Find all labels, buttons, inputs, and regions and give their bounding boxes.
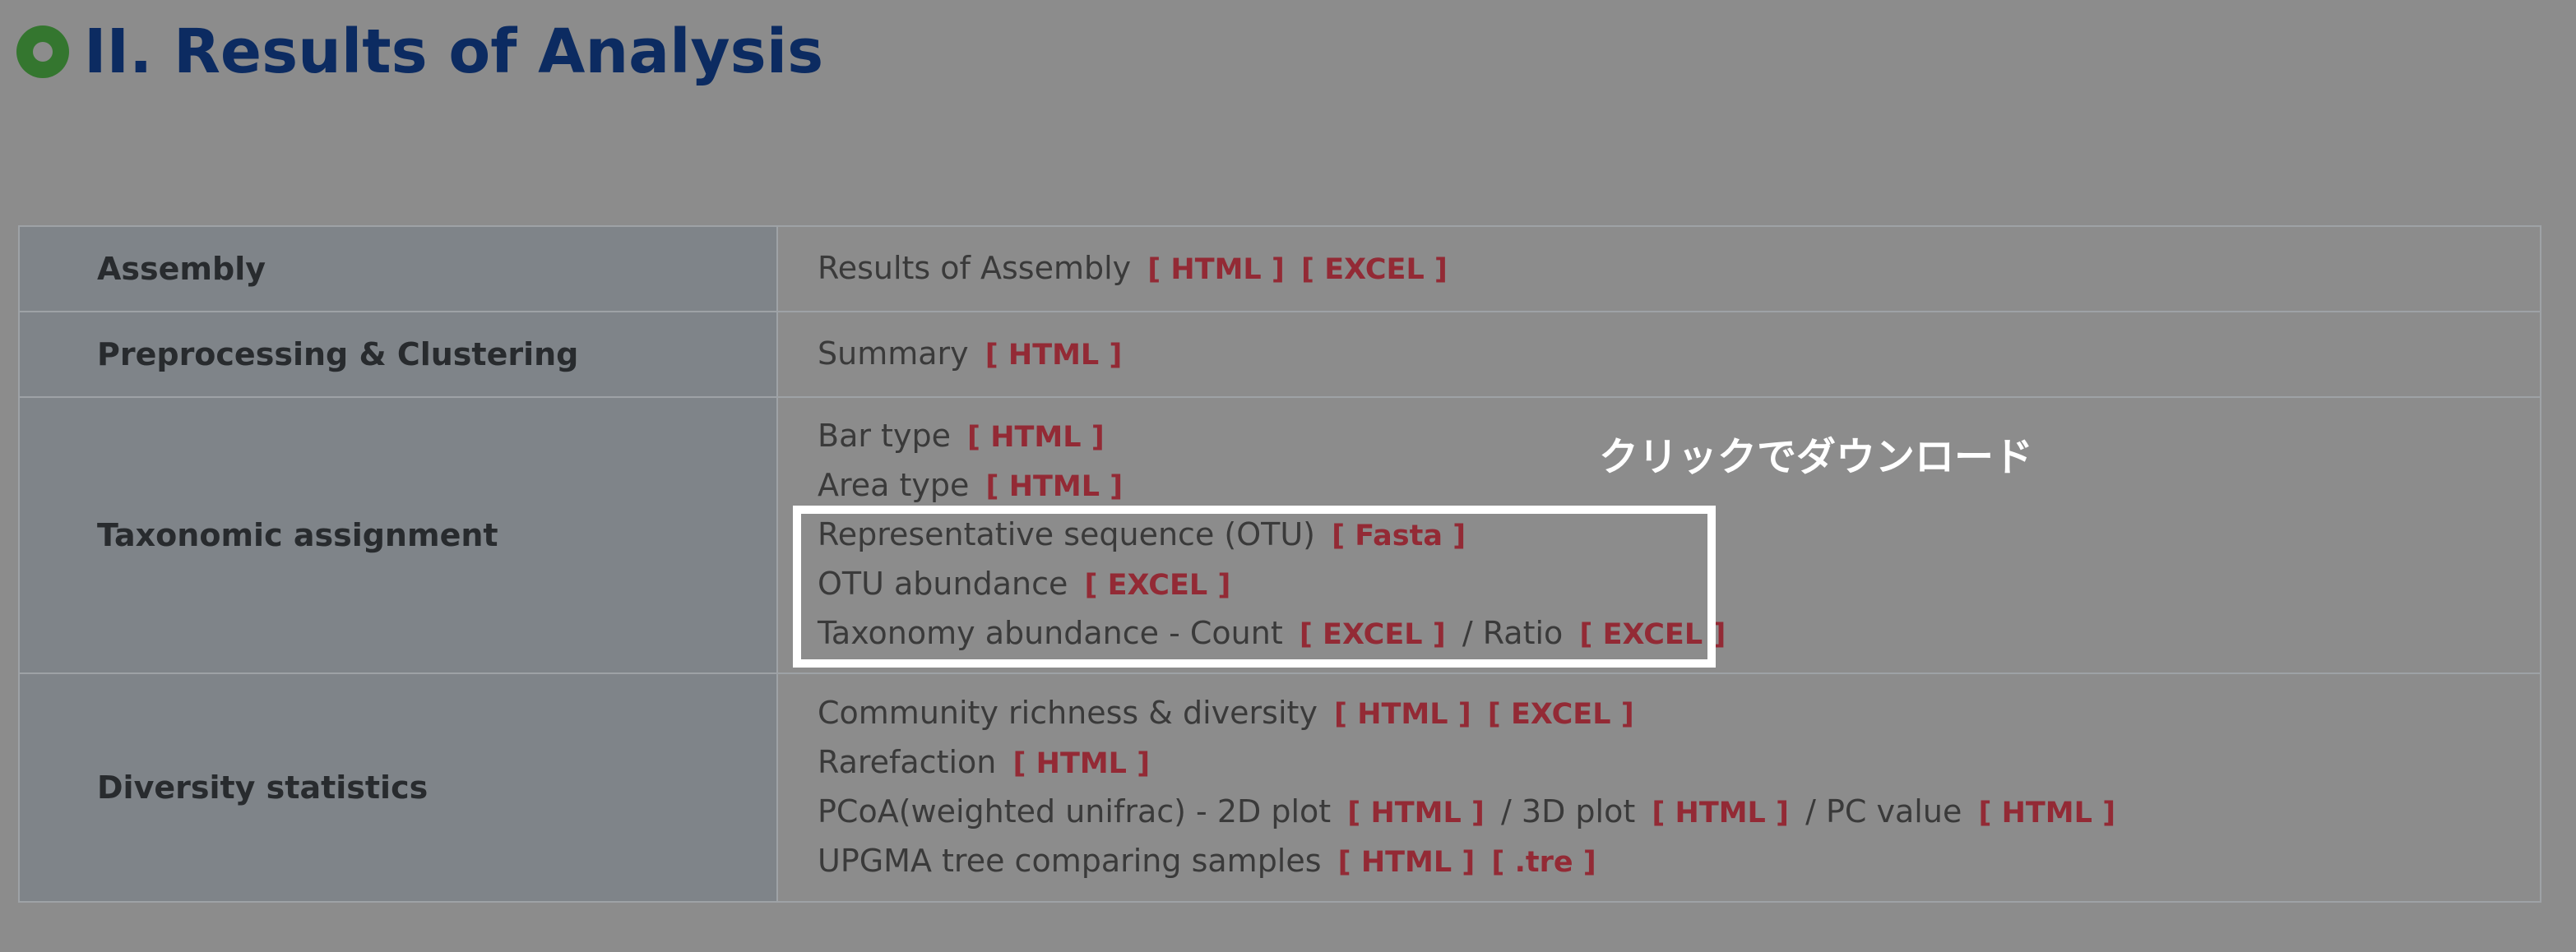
- item-text: Bar type: [818, 418, 951, 454]
- list-item: Community richness & diversity [ HTML ] …: [818, 689, 2539, 738]
- row-content: Results of Assembly [ HTML ] [ EXCEL ]: [776, 225, 2541, 312]
- page: II. Results of Analysis Assembly Results…: [0, 0, 2576, 952]
- download-highlight-box: [793, 506, 1716, 668]
- table-row-assembly: Assembly Results of Assembly [ HTML ] [ …: [18, 225, 2541, 312]
- row-content: Community richness & diversity [ HTML ] …: [776, 672, 2541, 903]
- circle-bullet-icon: [16, 25, 69, 78]
- row-content: Summary [ HTML ]: [776, 311, 2541, 398]
- list-item: Summary [ HTML ]: [818, 330, 2539, 379]
- row-label: Preprocessing & Clustering: [18, 311, 778, 398]
- list-item: Rarefaction [ HTML ]: [818, 738, 2539, 788]
- item-text: Community richness & diversity: [818, 695, 1318, 731]
- table-row-preprocessing: Preprocessing & Clustering Summary [ HTM…: [18, 311, 2541, 398]
- item-text: UPGMA tree comparing samples: [818, 843, 1322, 879]
- item-separator-text: / PC value: [1805, 793, 1962, 830]
- html-link[interactable]: [ HTML ]: [1338, 846, 1476, 879]
- item-separator-text: / 3D plot: [1501, 793, 1636, 830]
- download-annotation: クリックでダウンロード: [1599, 434, 2034, 480]
- html-link[interactable]: [ HTML ]: [1147, 253, 1285, 286]
- item-text: Summary: [818, 335, 969, 372]
- html-link[interactable]: [ HTML ]: [1012, 747, 1150, 780]
- excel-link[interactable]: [ EXCEL ]: [1301, 253, 1448, 286]
- row-label: Diversity statistics: [18, 672, 778, 903]
- html-link[interactable]: [ HTML ]: [967, 421, 1105, 454]
- html-link[interactable]: [ HTML ]: [986, 470, 1124, 503]
- item-text: Results of Assembly: [818, 250, 1132, 286]
- list-item: PCoA(weighted unifrac) - 2D plot [ HTML …: [818, 788, 2539, 837]
- table-row-diversity: Diversity statistics Community richness …: [18, 672, 2541, 903]
- item-text: PCoA(weighted unifrac) - 2D plot: [818, 793, 1332, 830]
- html-link[interactable]: [ HTML ]: [1978, 797, 2115, 830]
- item-text: Area type: [818, 467, 970, 503]
- page-title: II. Results of Analysis: [84, 16, 824, 87]
- row-label: Taxonomic assignment: [18, 396, 778, 674]
- list-item: Results of Assembly [ HTML ] [ EXCEL ]: [818, 244, 2539, 293]
- row-label: Assembly: [18, 225, 778, 312]
- list-item: UPGMA tree comparing samples [ HTML ] [ …: [818, 837, 2539, 886]
- item-text: Rarefaction: [818, 744, 997, 780]
- section-header: II. Results of Analysis: [16, 7, 823, 97]
- html-link[interactable]: [ HTML ]: [1347, 797, 1485, 830]
- html-link[interactable]: [ HTML ]: [1652, 797, 1789, 830]
- excel-link[interactable]: [ EXCEL ]: [1488, 698, 1634, 731]
- tre-link[interactable]: [ .tre ]: [1491, 846, 1596, 879]
- html-link[interactable]: [ HTML ]: [1334, 698, 1471, 731]
- html-link[interactable]: [ HTML ]: [985, 339, 1123, 372]
